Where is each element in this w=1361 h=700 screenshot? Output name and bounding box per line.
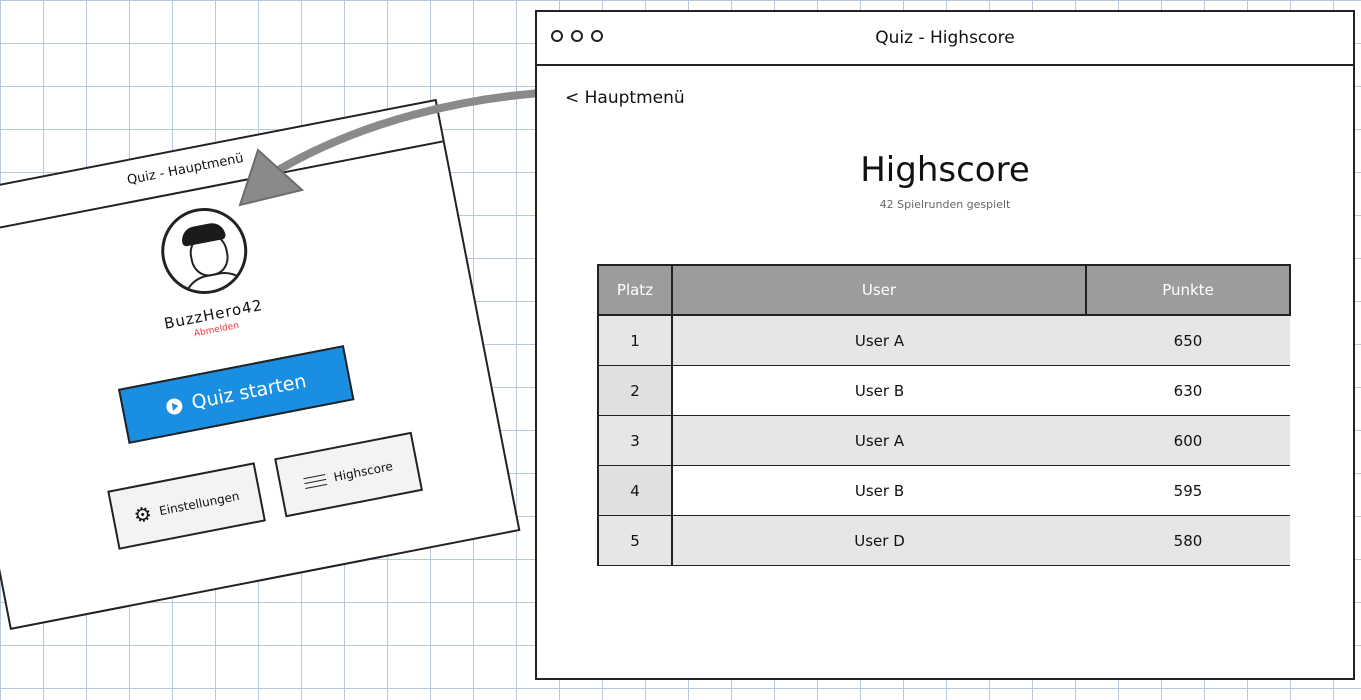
column-header-place[interactable]: Platz — [597, 264, 673, 316]
row-points: 595 — [1086, 465, 1290, 516]
row-place: 3 — [597, 415, 673, 466]
gear-icon: ⚙ — [131, 501, 154, 529]
table-row: 2 User B 630 — [597, 365, 1290, 416]
table-row: 3 User A 600 — [597, 415, 1290, 466]
page-subtitle: 42 Spielrunden gespielt — [879, 198, 1011, 211]
back-to-main-menu-link[interactable]: < Hauptmenü — [565, 88, 685, 108]
highscore-window: Quiz - Highscore < Hauptmenü Highscore 4… — [535, 10, 1355, 680]
highscore-window-title: Quiz - Highscore — [875, 28, 1015, 48]
highscore-button[interactable]: Highscore — [274, 431, 423, 518]
settings-label: Einstellungen — [158, 488, 241, 519]
row-points: 600 — [1086, 415, 1290, 466]
settings-button[interactable]: ⚙ Einstellungen — [107, 462, 266, 550]
table-row: 1 User A 650 — [597, 314, 1290, 366]
row-user: User A — [672, 314, 1086, 366]
highscore-titlebar: Quiz - Highscore — [537, 12, 1353, 66]
table-row: 4 User B 595 — [597, 465, 1290, 516]
row-place: 4 — [597, 465, 673, 516]
highscore-label: Highscore — [332, 459, 394, 485]
row-user: User B — [672, 465, 1086, 516]
play-icon — [164, 397, 184, 416]
highscore-table: Platz User Punkte 1 User A 650 2 User B … — [597, 264, 1291, 566]
column-header-user[interactable]: User — [671, 264, 1087, 316]
table-header-row: Platz User Punkte — [597, 264, 1291, 316]
navigation-arrow — [238, 88, 564, 207]
row-user: User A — [672, 415, 1086, 466]
row-place: 2 — [597, 365, 673, 416]
row-user: User B — [672, 365, 1086, 416]
start-quiz-label: Quiz starten — [189, 370, 309, 414]
row-place: 5 — [597, 515, 673, 566]
row-points: 650 — [1086, 314, 1290, 366]
row-points: 630 — [1086, 365, 1290, 416]
row-points: 580 — [1086, 515, 1290, 566]
list-icon — [303, 473, 328, 489]
row-place: 1 — [597, 314, 673, 366]
start-quiz-button[interactable]: Quiz starten — [117, 345, 355, 444]
row-user: User D — [672, 515, 1086, 566]
table-row: 5 User D 580 — [597, 515, 1290, 566]
column-header-points[interactable]: Punkte — [1085, 264, 1291, 316]
page-title: Highscore — [860, 150, 1030, 190]
